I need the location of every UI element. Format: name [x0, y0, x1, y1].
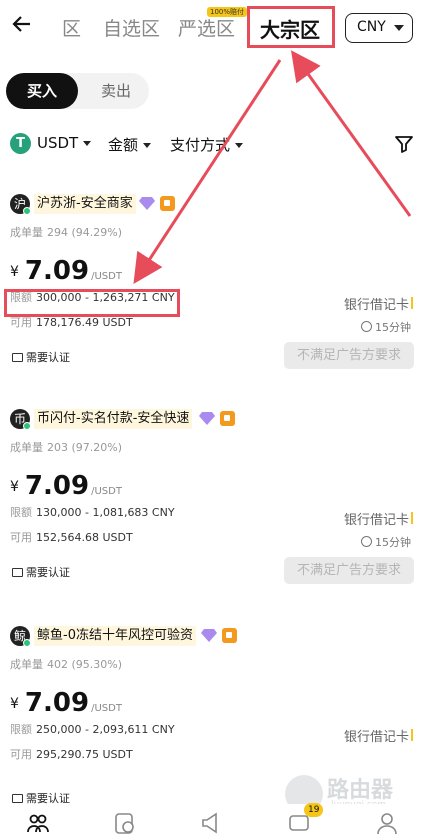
- chevron-down-icon: [83, 141, 92, 146]
- merchant-card[interactable]: 币 币闪付-实名付款-安全快速 成单量 203 (97.20%) ¥7.09/US…: [0, 409, 427, 621]
- highlight-box-bulk-tab: [247, 6, 335, 48]
- id-card-icon: [12, 794, 23, 803]
- trade-count: 成单量 294 (94.29%): [10, 226, 123, 239]
- bottom-navigation: [0, 804, 427, 834]
- requirements-not-met-button[interactable]: 不满足广告方要求: [284, 342, 414, 369]
- payment-marker: [411, 512, 413, 524]
- profile-icon[interactable]: [376, 812, 398, 834]
- price: ¥7.09/USDT: [10, 688, 122, 718]
- payment-filter-label: 支付方式: [170, 136, 231, 154]
- limit-range: 限额 250,000 - 2,093,611 CNY: [10, 723, 175, 736]
- tab-select-zone[interactable]: 严选区: [178, 14, 235, 41]
- verified-shield-icon: [220, 411, 235, 426]
- back-arrow-icon[interactable]: [8, 12, 36, 40]
- merchant-name[interactable]: 鲸鱼-0冻结十年风控可验资: [34, 626, 196, 646]
- currency-select[interactable]: CNY: [345, 13, 413, 43]
- online-status-dot: [23, 422, 31, 430]
- orders-clock-icon[interactable]: [114, 812, 136, 834]
- top-bar: 区 自选区 严选区 100%赔付 大宗区 CNY: [0, 0, 427, 58]
- online-status-dot: [23, 639, 31, 647]
- sell-tab[interactable]: 卖出: [84, 73, 148, 109]
- online-status-dot: [23, 207, 31, 215]
- coin-filter-label: USDT: [37, 134, 79, 152]
- payment-method: 银行借记卡: [343, 298, 409, 313]
- id-card-icon: [12, 568, 23, 577]
- payment-method: 银行借记卡: [343, 730, 409, 745]
- payment-time: 15分钟: [361, 319, 411, 335]
- announcement-icon[interactable]: [200, 812, 222, 834]
- chevron-down-icon: [394, 25, 404, 31]
- chat-badge: 19: [304, 803, 324, 817]
- currency-label: CNY: [357, 19, 386, 35]
- verified-shield-icon: [222, 628, 237, 643]
- limit-range: 限额 130,000 - 1,081,683 CNY: [10, 506, 175, 519]
- filter-icon[interactable]: [393, 133, 415, 155]
- usdt-coin-icon: T: [10, 133, 31, 154]
- tab-custom-zone[interactable]: 自选区: [103, 14, 160, 41]
- buy-sell-toggle: 买入 卖出: [6, 73, 149, 109]
- price: ¥7.09/USDT: [10, 471, 122, 501]
- trade-count: 成单量 203 (97.20%): [10, 441, 123, 454]
- verified-shield-icon: [160, 196, 175, 211]
- clock-icon: [361, 321, 372, 332]
- diamond-vip-icon: [201, 629, 217, 642]
- p2p-icon[interactable]: [27, 812, 49, 834]
- compensation-badge: 100%赔付: [207, 7, 248, 17]
- chevron-down-icon: [143, 143, 152, 148]
- payment-filter[interactable]: 支付方式: [170, 134, 244, 155]
- coin-filter[interactable]: USDT: [37, 134, 92, 152]
- available-amount: 可用 152,564.68 USDT: [10, 531, 133, 544]
- diamond-vip-icon: [199, 412, 215, 425]
- payment-time: 15分钟: [361, 534, 411, 550]
- payment-method: 银行借记卡: [343, 513, 409, 528]
- verification-required: 需要认证: [12, 349, 70, 365]
- payment-marker: [411, 297, 413, 309]
- chevron-down-icon: [235, 143, 244, 148]
- trade-count: 成单量 402 (95.30%): [10, 658, 123, 671]
- tab-zone-partial[interactable]: 区: [62, 14, 81, 41]
- price: ¥7.09/USDT: [10, 256, 122, 286]
- amount-filter[interactable]: 金额: [108, 134, 152, 155]
- filter-bar: T USDT 金额 支付方式: [0, 126, 427, 162]
- merchant-name[interactable]: 沪苏浙-安全商家: [34, 194, 136, 214]
- diamond-vip-icon: [139, 197, 155, 210]
- requirements-not-met-button[interactable]: 不满足广告方要求: [284, 557, 414, 584]
- available-amount: 可用 295,290.75 USDT: [10, 748, 133, 761]
- clock-icon: [361, 536, 372, 547]
- highlight-box-limit: [4, 289, 180, 317]
- payment-marker: [411, 729, 413, 741]
- verification-required: 需要认证: [12, 564, 70, 580]
- buy-tab[interactable]: 买入: [6, 73, 78, 109]
- amount-filter-label: 金额: [108, 136, 139, 154]
- id-card-icon: [12, 353, 23, 362]
- merchant-name[interactable]: 币闪付-实名付款-安全快速: [34, 409, 193, 429]
